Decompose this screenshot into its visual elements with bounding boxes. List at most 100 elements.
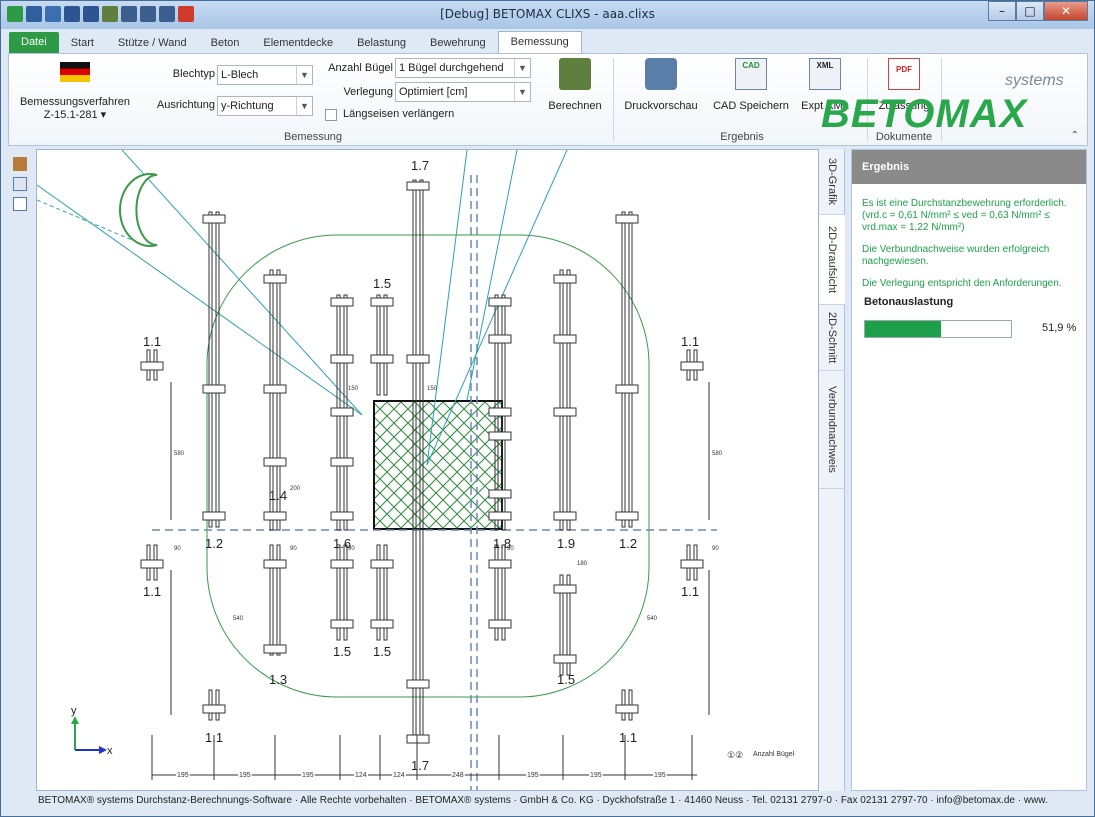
title-bar: [Debug] BETOMAX CLIXS - aaa.clixs – □ ✕ <box>1 1 1094 29</box>
close-button[interactable]: ✕ <box>1044 1 1088 21</box>
brand-subtitle: systems <box>1005 72 1064 89</box>
tab-bewehrung[interactable]: Bewehrung <box>418 33 498 53</box>
tab-verbundnachweis[interactable]: Verbundnachweis <box>819 371 845 489</box>
tab-datei[interactable]: Datei <box>9 32 59 53</box>
page-view-icon[interactable] <box>13 197 27 211</box>
vdim-label: 200 <box>290 486 301 492</box>
tab-2d-schnitt[interactable]: 2D-Schnitt <box>819 305 845 371</box>
dimension-label: 195 <box>527 772 539 779</box>
dimension-label: 195 <box>590 772 602 779</box>
auslastung-progress-bar <box>864 320 1012 338</box>
rail-label: 1.7 <box>411 158 429 173</box>
legend-marks: ①② <box>727 750 743 760</box>
tab-start[interactable]: Start <box>59 33 106 53</box>
vdim-label: 540 <box>647 616 658 622</box>
briefcase-icon[interactable] <box>13 157 27 171</box>
legend-label: Anzahl Bügel <box>753 751 795 758</box>
vdim-label: 180 <box>577 561 588 567</box>
method-label: Bemessungsverfahren <box>19 96 131 108</box>
leader-line <box>36 184 363 416</box>
bemessungsverfahren-button[interactable]: Bemessungsverfahren Z-15.1-281 ▾ <box>15 62 135 121</box>
rail-label: 1.5 <box>557 672 575 687</box>
tab-3d-grafik[interactable]: 3D-Grafik <box>819 149 845 215</box>
verlegung-select[interactable]: Optimiert [cm] ▼ <box>395 82 531 102</box>
minimize-button[interactable]: – <box>988 1 1016 21</box>
ribbon-tabs: Datei Start Stütze / Wand Beton Elementd… <box>9 31 582 53</box>
dimension-label: 195 <box>239 772 251 779</box>
xml-save-icon: XML <box>809 58 841 90</box>
rail-label: 1.5 <box>373 276 391 291</box>
coordinate-axes: y x <box>71 705 113 757</box>
ausrichtung-value: y-Richtung <box>221 100 274 112</box>
dimension-label: 195 <box>177 772 189 779</box>
window-title: [Debug] BETOMAX CLIXS - aaa.clixs <box>440 7 655 21</box>
vdim-label: 90 <box>507 546 514 552</box>
buegel-select[interactable]: 1 Bügel durchgehend ▼ <box>395 58 531 78</box>
leader-line <box>36 199 133 241</box>
vdim-label: 90 <box>348 546 355 552</box>
blechtyp-select[interactable]: L-Blech ▼ <box>217 65 313 85</box>
result-message: Die Verlegung entspricht den Anforderung… <box>862 278 1062 289</box>
vdim-label: 90 <box>174 546 181 552</box>
tab-beton[interactable]: Beton <box>199 33 252 53</box>
progress-fill <box>865 321 941 337</box>
drawing-canvas[interactable]: 1.7 1.5 1.1 1.1 1.4 1.2 1.6 1.8 1.9 1.2 … <box>36 149 819 791</box>
maximize-button[interactable]: □ <box>1016 1 1044 21</box>
tab-elementdecke[interactable]: Elementdecke <box>251 33 345 53</box>
druckvorschau-button[interactable]: Druckvorschau <box>619 58 703 112</box>
column-cross-section[interactable] <box>373 400 503 530</box>
app-window: [Debug] BETOMAX CLIXS - aaa.clixs – □ ✕ … <box>0 0 1095 817</box>
berechnen-button[interactable]: Berechnen <box>539 58 611 112</box>
result-message: Es ist eine Durchstanzbewehrung erforder… <box>862 198 1067 233</box>
chevron-down-icon: ▼ <box>514 59 530 77</box>
chevron-down-icon: ▼ <box>514 83 530 101</box>
laengseisen-label: Längseisen verlängern <box>343 108 455 120</box>
rail-label: 1.1 <box>143 584 161 599</box>
blechtyp-value: L-Blech <box>221 69 259 81</box>
rail-label: 1.2 <box>205 536 223 551</box>
cad-save-icon: CAD <box>735 58 767 90</box>
dimension-label: 124 <box>393 772 405 779</box>
leader-line <box>121 149 363 416</box>
vdim-label: 580 <box>712 451 723 457</box>
buegel-label: Anzahl Bügel <box>328 62 393 74</box>
axis-x-label: x <box>107 745 113 757</box>
status-bar: BETOMAX® systems Durchstanz-Berechnungs-… <box>1 792 1094 816</box>
ribbon-collapse-icon[interactable]: ⌃ <box>1071 130 1079 141</box>
betomax-logo: BETOMAX <box>821 92 1028 136</box>
vdim-label: 90 <box>712 546 719 552</box>
method-value: Z-15.1-281 ▾ <box>43 109 107 121</box>
detail-circle <box>119 173 158 247</box>
chart-view-icon[interactable] <box>13 177 27 191</box>
vdim-label: 150 <box>348 386 359 392</box>
blechtyp-label: Blechtyp <box>172 68 215 80</box>
vdim-label: 580 <box>174 451 185 457</box>
cad-speichern-button[interactable]: CAD CAD Speichern <box>709 58 793 112</box>
tab-bemessung[interactable]: Bemessung <box>497 31 582 53</box>
calculator-icon <box>559 58 591 90</box>
rail-label: 1.7 <box>411 758 429 773</box>
ausrichtung-label: Ausrichtung <box>156 99 215 111</box>
chevron-down-icon: ▼ <box>296 97 312 115</box>
verlegung-value: Optimiert [cm] <box>399 86 468 98</box>
tab-belastung[interactable]: Belastung <box>345 33 418 53</box>
dimension-label: 195 <box>302 772 314 779</box>
auslastung-label: Betonauslastung <box>864 296 954 308</box>
rail-label: 1.3 <box>269 672 287 687</box>
rail-label: 1.9 <box>557 536 575 551</box>
rail-label: 1.5 <box>333 644 351 659</box>
rail-label: 1.4 <box>269 488 287 503</box>
panel-title: Ergebnis <box>852 150 1086 184</box>
view-tabs: 3D-Grafik 2D-Draufsicht 2D-Schnitt Verbu… <box>819 149 845 791</box>
printer-icon <box>645 58 677 90</box>
axis-y-label: y <box>71 705 77 717</box>
tab-stuetze-wand[interactable]: Stütze / Wand <box>106 33 199 53</box>
tab-2d-draufsicht[interactable]: 2D-Draufsicht <box>819 215 845 305</box>
laengseisen-checkbox[interactable] <box>325 109 337 121</box>
pdf-icon: PDF <box>888 58 920 90</box>
ausrichtung-select[interactable]: y-Richtung ▼ <box>217 96 313 116</box>
left-toolbar <box>8 151 32 791</box>
dimension-label: 248 <box>452 772 464 779</box>
chevron-down-icon: ▼ <box>296 66 312 84</box>
ribbon-separator <box>613 58 614 141</box>
